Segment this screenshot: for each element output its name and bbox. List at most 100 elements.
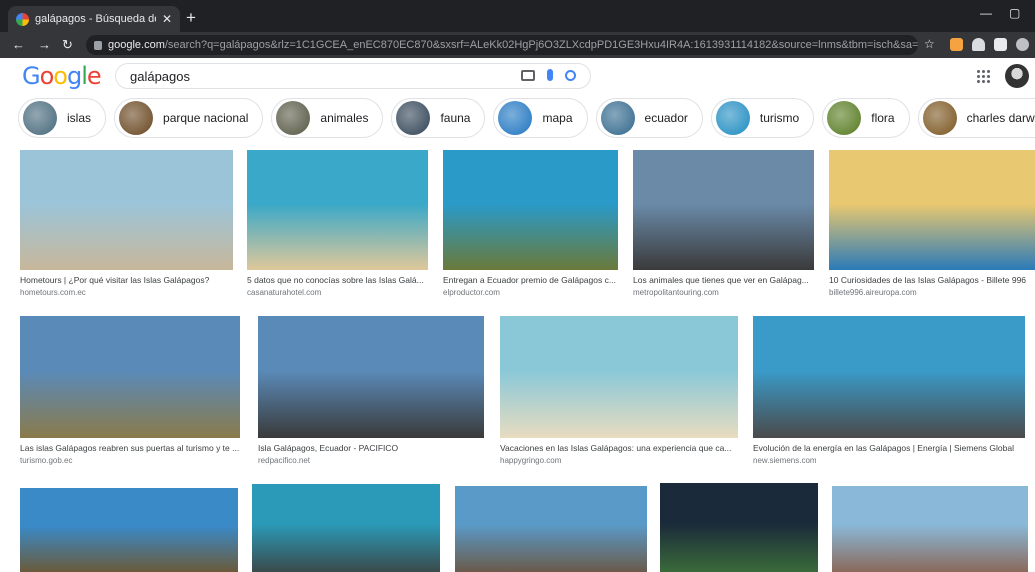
chip-thumbnail bbox=[119, 101, 154, 135]
image-result[interactable]: Los animales que tienes que ver en Galáp… bbox=[633, 150, 814, 297]
result-image[interactable] bbox=[20, 150, 233, 270]
reload-icon[interactable]: ↻ bbox=[62, 37, 73, 53]
chip-thumbnail bbox=[922, 101, 957, 135]
result-caption[interactable]: Isla Galápagos, Ecuador - PACIFICO bbox=[258, 443, 484, 453]
chip-turismo[interactable]: turismo bbox=[710, 98, 815, 138]
result-source[interactable]: billete996.aireuropa.com bbox=[829, 288, 1035, 297]
google-favicon-icon bbox=[16, 12, 29, 26]
result-source[interactable]: casanaturahotel.com bbox=[247, 288, 428, 297]
chip-islas[interactable]: islas bbox=[18, 98, 107, 138]
address-path: /search?q=galápagos&rlz=1C1GCEA_enEC870E… bbox=[164, 39, 918, 51]
chip-label: parque nacional bbox=[163, 111, 249, 125]
result-source[interactable]: redpacifico.net bbox=[258, 456, 484, 465]
chip-fauna[interactable]: fauna bbox=[391, 98, 486, 138]
chip-label: fauna bbox=[440, 111, 471, 125]
extension-icon[interactable] bbox=[950, 38, 963, 51]
image-result[interactable]: Entregan a Ecuador premio de Galápagos c… bbox=[443, 150, 618, 297]
chip-thumbnail bbox=[276, 101, 311, 135]
puzzle-extensions-icon[interactable] bbox=[994, 38, 1007, 51]
image-results: Hometours | ¿Por qué visitar las Islas G… bbox=[0, 148, 1035, 572]
maximize-icon[interactable]: ▢ bbox=[1009, 6, 1020, 20]
result-image[interactable] bbox=[829, 150, 1035, 270]
microphone-icon[interactable] bbox=[547, 69, 553, 81]
result-image[interactable] bbox=[455, 486, 647, 572]
result-image[interactable] bbox=[753, 316, 1025, 438]
image-result[interactable]: Isla Galápagos, Ecuador - PACIFICO redpa… bbox=[258, 316, 484, 465]
google-header: Google galápagos bbox=[0, 58, 1035, 96]
result-caption[interactable]: Entregan a Ecuador premio de Galápagos c… bbox=[443, 275, 618, 285]
address-domain: google.com bbox=[108, 39, 165, 51]
chip-label: flora bbox=[871, 111, 895, 125]
chip-thumbnail bbox=[498, 101, 533, 135]
result-source[interactable]: new.siemens.com bbox=[753, 456, 1025, 465]
chip-label: mapa bbox=[542, 111, 573, 125]
camera-search-icon[interactable] bbox=[521, 69, 535, 81]
image-result[interactable]: Evolución de la energía en las Galápagos… bbox=[753, 316, 1025, 465]
chip-label: animales bbox=[320, 111, 369, 125]
extension-icon[interactable] bbox=[972, 38, 985, 51]
apps-grid-icon[interactable] bbox=[977, 70, 990, 83]
browser-toolbar: ← → ↻ google.com /search?q=galápagos&rlz… bbox=[0, 32, 1035, 58]
minimize-icon[interactable]: — bbox=[980, 6, 992, 20]
search-query: galápagos bbox=[130, 68, 190, 84]
result-caption[interactable]: 5 datos que no conocías sobre las Islas … bbox=[247, 275, 428, 285]
result-image[interactable] bbox=[660, 483, 818, 572]
address-bar[interactable]: google.com /search?q=galápagos&rlz=1C1GC… bbox=[86, 35, 918, 55]
result-image[interactable] bbox=[443, 150, 618, 270]
chip-flora[interactable]: flora bbox=[822, 98, 910, 138]
image-result[interactable] bbox=[832, 486, 1028, 572]
chip-label: islas bbox=[67, 111, 92, 125]
result-image[interactable] bbox=[500, 316, 738, 438]
result-caption[interactable]: Hometours | ¿Por qué visitar las Islas G… bbox=[20, 275, 233, 285]
result-caption[interactable]: Evolución de la energía en las Galápagos… bbox=[753, 443, 1025, 453]
chip-mapa[interactable]: mapa bbox=[493, 98, 588, 138]
image-result[interactable] bbox=[660, 483, 818, 572]
search-input[interactable]: galápagos bbox=[115, 63, 591, 89]
image-result[interactable]: Vacaciones en las Islas Galápagos: una e… bbox=[500, 316, 738, 465]
lock-icon bbox=[94, 40, 102, 50]
account-avatar[interactable] bbox=[1005, 64, 1029, 88]
result-image[interactable] bbox=[20, 316, 240, 438]
result-image[interactable] bbox=[20, 488, 238, 572]
chip-parque-nacional[interactable]: parque nacional bbox=[114, 98, 264, 138]
image-result[interactable] bbox=[252, 484, 440, 572]
result-image[interactable] bbox=[258, 316, 484, 438]
bookmark-star-icon[interactable]: ☆ bbox=[924, 37, 935, 51]
browser-tab[interactable]: galápagos - Búsqueda de Google ✕ bbox=[8, 6, 180, 32]
result-image[interactable] bbox=[252, 484, 440, 572]
chip-animales[interactable]: animales bbox=[271, 98, 384, 138]
new-tab-button[interactable]: + bbox=[186, 8, 196, 28]
result-image[interactable] bbox=[247, 150, 428, 270]
result-caption[interactable]: Las islas Galápagos reabren sus puertas … bbox=[20, 443, 240, 453]
result-source[interactable]: happygringo.com bbox=[500, 456, 738, 465]
image-result[interactable] bbox=[455, 486, 647, 572]
image-result[interactable]: Hometours | ¿Por qué visitar las Islas G… bbox=[20, 150, 233, 297]
result-source[interactable]: turismo.gob.ec bbox=[20, 456, 240, 465]
browser-titlebar: galápagos - Búsqueda de Google ✕ + — ▢ bbox=[0, 0, 1035, 32]
close-tab-icon[interactable]: ✕ bbox=[162, 12, 172, 26]
result-caption[interactable]: Vacaciones en las Islas Galápagos: una e… bbox=[500, 443, 738, 453]
tab-title: galápagos - Búsqueda de Google bbox=[35, 13, 156, 25]
search-icon[interactable] bbox=[565, 69, 576, 81]
result-image[interactable] bbox=[832, 486, 1028, 572]
back-arrow-icon[interactable]: ← bbox=[12, 37, 25, 52]
result-caption[interactable]: 10 Curiosidades de las Islas Galápagos -… bbox=[829, 275, 1035, 285]
chip-thumbnail bbox=[827, 101, 862, 135]
image-result[interactable]: 10 Curiosidades de las Islas Galápagos -… bbox=[829, 150, 1035, 297]
related-searches: islas parque nacional animales fauna map… bbox=[18, 98, 1035, 140]
chip-charles-darwin[interactable]: charles darwin bbox=[917, 98, 1035, 138]
result-source[interactable]: elproductor.com bbox=[443, 288, 618, 297]
image-result[interactable]: 5 datos que no conocías sobre las Islas … bbox=[247, 150, 428, 297]
image-result[interactable] bbox=[20, 488, 238, 572]
profile-icon[interactable] bbox=[1016, 38, 1029, 51]
result-image[interactable] bbox=[633, 150, 814, 270]
google-logo[interactable]: Google bbox=[22, 62, 102, 90]
result-source[interactable]: metropolitantouring.com bbox=[633, 288, 814, 297]
result-caption[interactable]: Los animales que tienes que ver en Galáp… bbox=[633, 275, 814, 285]
forward-arrow-icon[interactable]: → bbox=[38, 37, 51, 52]
result-source[interactable]: hometours.com.ec bbox=[20, 288, 233, 297]
chip-ecuador[interactable]: ecuador bbox=[595, 98, 703, 138]
chip-thumbnail bbox=[396, 101, 431, 135]
chip-thumbnail bbox=[715, 101, 750, 135]
image-result[interactable]: Las islas Galápagos reabren sus puertas … bbox=[20, 316, 240, 465]
